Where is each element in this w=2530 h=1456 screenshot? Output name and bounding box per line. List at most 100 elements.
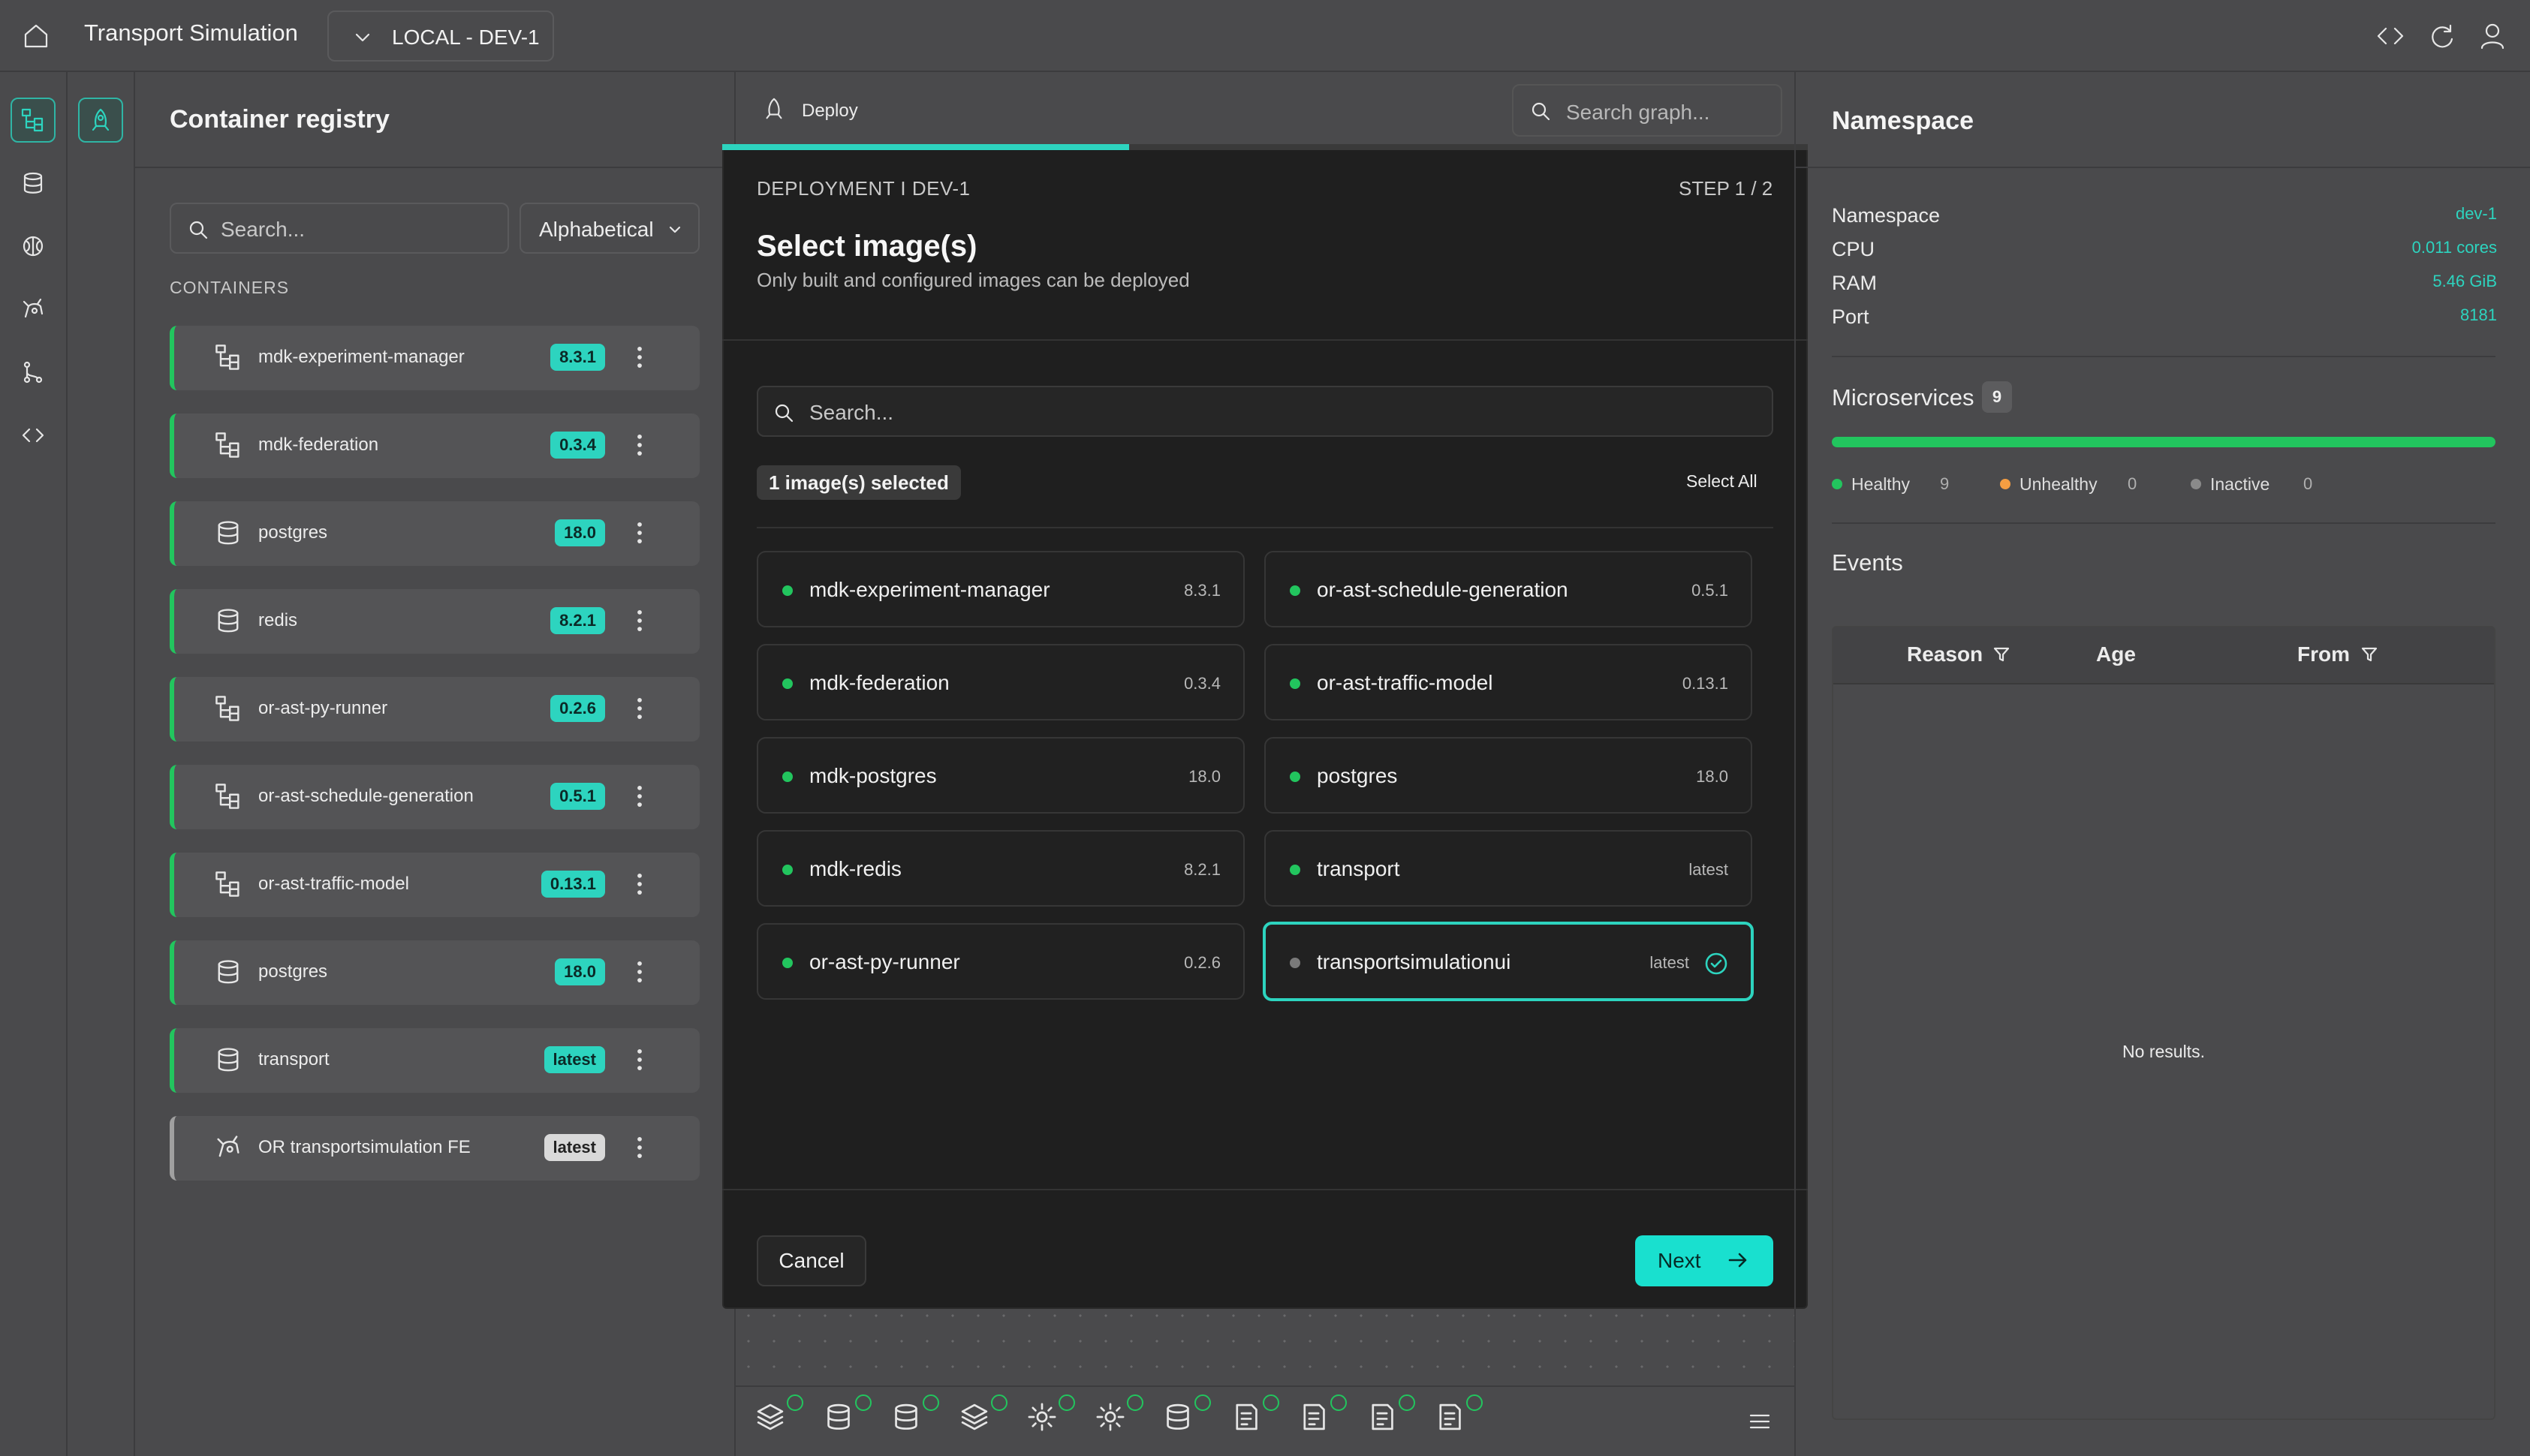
registry-search-input[interactable]: Search... [170, 203, 509, 254]
more-options-button[interactable] [625, 957, 655, 987]
deploy-tab-icon [761, 96, 787, 122]
user-icon [2480, 23, 2504, 50]
container-item[interactable]: or-ast-traffic-model 0.13.1 [170, 853, 700, 917]
status-dot [1290, 958, 1300, 968]
rail-item-agents[interactable] [11, 287, 56, 332]
image-card[interactable]: or-ast-schedule-generation 0.5.1 [1264, 551, 1752, 627]
rail-item-graph[interactable] [11, 98, 56, 143]
container-name: redis [258, 610, 298, 630]
sort-select[interactable]: Alphabetical [520, 203, 700, 254]
container-item[interactable]: or-ast-schedule-generation 0.5.1 [170, 765, 700, 829]
graph-node[interactable] [890, 1394, 939, 1439]
status-dot [782, 585, 793, 596]
container-item[interactable]: mdk-experiment-manager 8.3.1 [170, 326, 700, 390]
container-item[interactable]: mdk-federation 0.3.4 [170, 414, 700, 478]
legend-count: 9 [1940, 474, 1950, 493]
kebab-icon [637, 1137, 642, 1158]
filter-icon[interactable] [2359, 644, 2380, 665]
tab-deploy[interactable]: Deploy [802, 101, 858, 122]
select-all-button[interactable]: Select All [1686, 471, 1757, 492]
container-name: or-ast-py-runner [258, 698, 388, 718]
status-check-icon [787, 1394, 803, 1411]
image-version: 8.2.1 [1184, 860, 1221, 879]
graph-node[interactable] [822, 1394, 872, 1439]
rail-item-deploy[interactable] [78, 98, 123, 143]
image-name: mdk-federation [809, 671, 950, 694]
column-reason[interactable]: Reason [1907, 642, 1983, 666]
status-check-icon [1398, 1394, 1415, 1411]
graph-node[interactable] [958, 1394, 1007, 1439]
image-card[interactable]: or-ast-py-runner 0.2.6 [757, 923, 1245, 1000]
container-item[interactable]: redis 8.2.1 [170, 589, 700, 654]
more-options-button[interactable] [625, 1045, 655, 1075]
container-item[interactable]: OR transportsimulation FE latest [170, 1116, 700, 1181]
image-card[interactable]: mdk-federation 0.3.4 [757, 644, 1245, 720]
database-icon [895, 1403, 917, 1430]
code-view-button[interactable] [2374, 20, 2407, 53]
graph-node[interactable] [1026, 1394, 1075, 1439]
gear-icon [1028, 1403, 1056, 1431]
graph-node[interactable] [1094, 1394, 1143, 1439]
document-icon [1235, 1403, 1257, 1430]
status-check-icon [990, 1394, 1007, 1411]
image-card[interactable]: postgres 18.0 [1264, 737, 1752, 814]
legend-label: Healthy [1851, 474, 1910, 494]
cancel-button[interactable]: Cancel [757, 1235, 866, 1286]
events-empty-state: No results. [2122, 1042, 2205, 1061]
user-button[interactable] [2476, 20, 2509, 53]
field-value: 5.46 GiB [2432, 272, 2497, 290]
graph-canvas[interactable] [736, 1303, 1794, 1385]
version-badge: 18.0 [555, 519, 605, 546]
rail-item-models[interactable] [11, 224, 56, 269]
graph-node[interactable] [1161, 1394, 1211, 1439]
graph-search-input[interactable]: Search graph... [1512, 84, 1782, 137]
rail-item-git[interactable] [11, 350, 56, 395]
environment-select[interactable]: LOCAL - DEV-1 [327, 11, 554, 62]
document-icon [1303, 1403, 1325, 1430]
rail-item-database[interactable] [11, 161, 56, 206]
graph-node[interactable] [754, 1394, 803, 1439]
graph-menu-button[interactable] [1746, 1408, 1773, 1435]
next-button[interactable]: Next [1635, 1235, 1773, 1286]
status-check-icon [854, 1394, 872, 1411]
refresh-button[interactable] [2425, 20, 2458, 53]
more-options-button[interactable] [625, 342, 655, 372]
status-check-icon [1262, 1394, 1279, 1411]
sort-select-label: Alphabetical [539, 218, 654, 241]
graph-node[interactable] [1433, 1394, 1483, 1439]
container-item[interactable]: postgres 18.0 [170, 501, 700, 566]
image-card[interactable]: transportsimulationui latest [1263, 922, 1754, 1001]
more-options-button[interactable] [625, 606, 655, 636]
more-options-button[interactable] [625, 430, 655, 460]
divider [1794, 167, 2530, 168]
filter-icon[interactable] [1991, 644, 2012, 665]
containers-section-label: CONTAINERS [170, 278, 290, 297]
image-card[interactable]: transport latest [1264, 830, 1752, 907]
container-item[interactable]: or-ast-py-runner 0.2.6 [170, 677, 700, 742]
version-badge: 0.3.4 [550, 432, 605, 459]
image-search-input[interactable]: Search... [757, 386, 1773, 437]
graph-node[interactable] [1230, 1394, 1279, 1439]
home-button[interactable] [17, 17, 56, 56]
image-card[interactable]: mdk-experiment-manager 8.3.1 [757, 551, 1245, 627]
deploy-rocket-icon [92, 108, 110, 131]
secondary-nav-rail [68, 72, 135, 1456]
image-card[interactable]: or-ast-traffic-model 0.13.1 [1264, 644, 1752, 720]
menu-icon [1749, 1414, 1770, 1429]
container-item[interactable]: postgres 18.0 [170, 940, 700, 1005]
column-from[interactable]: From [2297, 642, 2350, 666]
image-card[interactable]: mdk-redis 8.2.1 [757, 830, 1245, 907]
more-options-button[interactable] [625, 869, 655, 899]
graph-node[interactable] [1297, 1394, 1347, 1439]
more-options-button[interactable] [625, 693, 655, 723]
rail-item-code[interactable] [11, 413, 56, 458]
column-age[interactable]: Age [2096, 642, 2136, 666]
more-options-button[interactable] [625, 781, 655, 811]
more-options-button[interactable] [625, 518, 655, 548]
document-icon [1371, 1403, 1393, 1430]
image-card[interactable]: mdk-postgres 18.0 [757, 737, 1245, 814]
graph-node[interactable] [1366, 1394, 1415, 1439]
container-item[interactable]: transport latest [170, 1028, 700, 1093]
more-options-button[interactable] [625, 1133, 655, 1163]
step-progress-fill [722, 144, 1130, 150]
